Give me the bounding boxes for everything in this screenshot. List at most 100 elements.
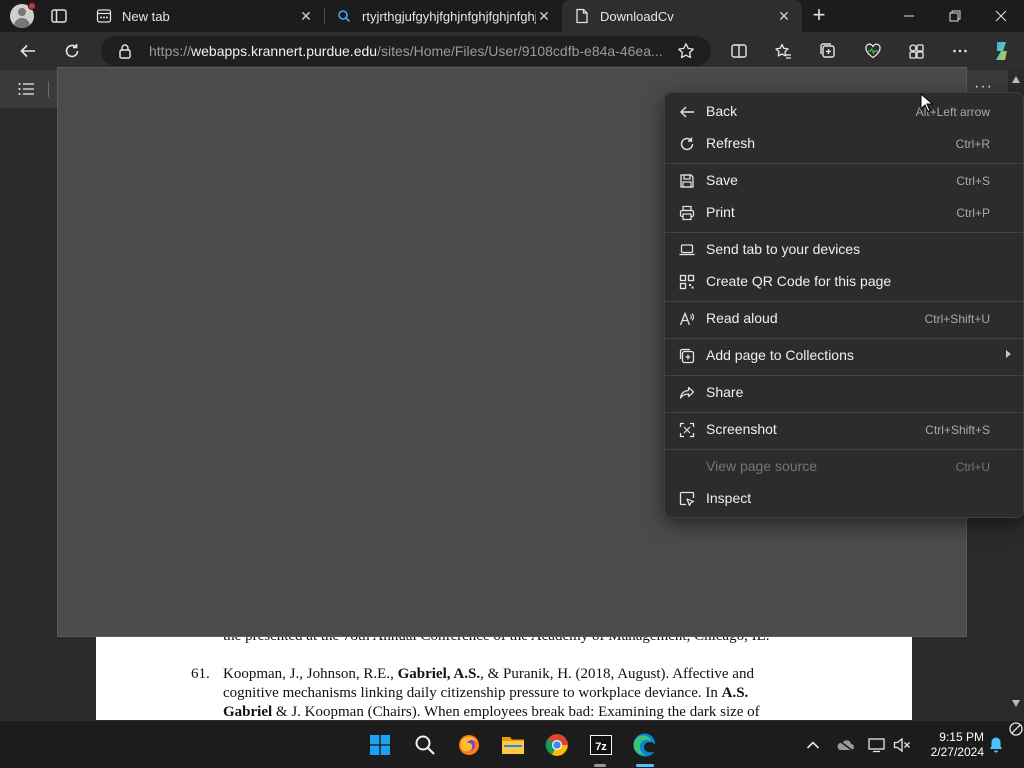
7zip-icon[interactable]: 7z [585,729,617,761]
ref-text: , & Puranik, H. (2018, August). Affectiv… [480,666,754,682]
system-clock[interactable]: 9:15 PM 2/27/2024 [920,730,984,760]
menu-item-read-aloud[interactable]: Read aloud Ctrl+Shift+U [669,303,1021,333]
menu-item-label: Save [706,172,738,188]
clock-date: 2/27/2024 [930,745,984,759]
tab-title: rtyjrthgjufgyhjfghjnfghjfghjnfghjfghj [362,8,536,24]
menu-separator [665,163,1023,164]
minimize-button[interactable] [886,0,932,32]
menu-item-view-source: View page source Ctrl+U [669,451,1021,481]
url-host: webapps.krannert.purdue.edu [191,43,378,59]
restore-button[interactable] [932,0,978,32]
copilot-icon[interactable] [990,39,1014,63]
settings-more-icon[interactable] [950,41,970,61]
menu-item-label: View page source [706,458,818,474]
menu-item-refresh[interactable]: Refresh Ctrl+R [669,128,1021,158]
ref-text: & J. Koopman (Chairs). When employees br… [272,704,760,720]
network-icon[interactable] [868,736,886,754]
menu-item-send-tab[interactable]: Send tab to your devices [669,234,1021,264]
send-to-devices-icon [678,241,696,259]
menu-item-label: Send tab to your devices [706,241,861,257]
close-tab-icon[interactable]: ✕ [776,8,792,24]
scroll-up-arrow-icon[interactable] [1012,76,1020,83]
table-of-contents-icon[interactable] [18,82,36,96]
mouse-cursor-icon [920,92,934,116]
reference-line-3: Gabriel & J. Koopman (Chairs). When empl… [223,704,760,720]
tab-search[interactable]: rtyjrthgjufgyhjfghjnfghjfghjnfghjfghj ✕ [324,0,562,32]
browser-essentials-icon[interactable] [863,41,883,61]
notifications-bell-icon[interactable] [987,736,1005,754]
tab-new-tab[interactable]: New tab ✕ [84,0,324,32]
menu-separator [665,412,1023,413]
back-arrow-icon[interactable] [18,41,38,61]
menu-item-label: Screenshot [706,421,777,437]
edge-icon[interactable] [629,729,661,761]
menu-item-add-to-collections[interactable]: Add page to Collections [669,340,1021,370]
ref-author-bold: Gabriel [223,704,273,720]
onedrive-icon[interactable] [836,736,854,754]
reference-line-1: Koopman, J., Johnson, R.E., Gabriel, A.S… [223,666,754,683]
print-icon [678,204,696,222]
url-text: https://webapps.krannert.purdue.edu/site… [149,43,669,59]
menu-item-shortcut: Ctrl+R [955,137,990,151]
split-screen-icon[interactable] [729,41,749,61]
menu-item-qr-code[interactable]: Create QR Code for this page [669,266,1021,296]
menu-item-back[interactable]: Back Alt+Left arrow [669,96,1021,126]
ref-author-bold: A.S. [721,685,749,701]
close-tab-icon[interactable]: ✕ [298,8,314,24]
menu-item-save[interactable]: Save Ctrl+S [669,165,1021,195]
address-bar[interactable]: https://webapps.krannert.purdue.edu/site… [101,36,711,66]
screenshot-icon [678,421,696,439]
ref-author-bold: Gabriel, A.S. [397,666,481,682]
menu-item-label: Print [706,204,735,220]
refresh-icon[interactable] [62,41,82,61]
browser-toolbar: https://webapps.krannert.purdue.edu/site… [0,32,1024,70]
menu-separator [665,232,1023,233]
menu-item-label: Create QR Code for this page [706,273,892,289]
menu-item-shortcut: Ctrl+Shift+S [925,423,990,437]
search-icon[interactable] [409,729,441,761]
tab-actions-icon[interactable] [50,7,68,25]
menu-item-label: Inspect [706,490,752,506]
volume-muted-icon[interactable] [893,736,911,754]
collections-icon [678,347,696,365]
extensions-icon[interactable] [906,41,926,61]
read-aloud-icon [678,310,696,328]
document-icon [574,8,590,24]
firefox-icon[interactable] [453,729,485,761]
windows-start-icon[interactable] [364,729,396,761]
menu-item-label: Add page to Collections [706,347,854,363]
menu-item-inspect[interactable]: Inspect [669,483,1021,513]
menu-item-shortcut: Ctrl+P [956,206,990,220]
menu-item-label: Read aloud [706,310,778,326]
menu-item-print[interactable]: Print Ctrl+P [669,197,1021,227]
menu-item-label: Share [706,384,744,400]
menu-item-screenshot[interactable]: Screenshot Ctrl+Shift+S [669,414,1021,444]
file-explorer-icon[interactable] [497,729,529,761]
refresh-icon [678,135,696,153]
favorites-icon[interactable] [773,41,793,61]
qr-code-icon [678,273,696,291]
close-window-button[interactable] [978,0,1024,32]
menu-separator [665,301,1023,302]
scroll-down-arrow-icon[interactable] [1012,700,1020,707]
svg-text:7z: 7z [595,741,607,753]
do-not-disturb-icon[interactable] [1008,721,1024,743]
inspect-icon [678,490,696,508]
reference-number: 61. [191,666,210,682]
tab-title: New tab [122,8,170,24]
ref-text: Koopman, J., Johnson, R.E., [223,666,398,682]
new-tab-button[interactable]: + [808,4,830,27]
chrome-icon[interactable] [541,729,573,761]
menu-item-shortcut: Ctrl+Shift+U [924,312,990,326]
favorite-star-icon[interactable] [677,42,695,60]
show-hidden-icons-chevron-icon[interactable] [804,736,822,754]
menu-item-share[interactable]: Share [669,377,1021,407]
back-arrow-icon [678,103,696,121]
submenu-arrow-icon [1006,350,1011,358]
share-icon [678,384,696,402]
ref-text: cognitive mechanisms linking daily citiz… [223,685,722,701]
close-tab-icon[interactable]: ✕ [536,8,552,24]
lock-icon[interactable] [117,43,133,59]
tab-downloadcv[interactable]: DownloadCv ✕ [562,0,802,32]
collections-icon[interactable] [818,41,838,61]
